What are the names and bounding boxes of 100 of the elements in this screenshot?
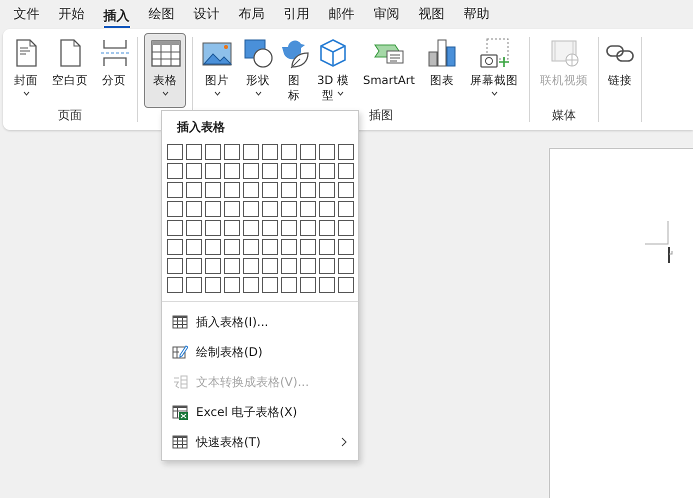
table-grid-cell[interactable] xyxy=(186,258,202,274)
table-button[interactable]: 表格 xyxy=(144,33,186,108)
table-grid-cell[interactable] xyxy=(281,144,297,160)
table-grid-cell[interactable] xyxy=(281,258,297,274)
table-grid-cell[interactable] xyxy=(338,201,354,217)
menu-item[interactable]: 快速表格(T) xyxy=(162,427,358,457)
menu-item[interactable]: 插入表格(I)... xyxy=(162,307,358,337)
table-grid-cell[interactable] xyxy=(186,144,202,160)
table-grid-cell[interactable] xyxy=(205,239,221,255)
ribbon-tab[interactable]: 审阅 xyxy=(364,0,409,29)
table-grid-cell[interactable] xyxy=(338,182,354,198)
table-grid-cell[interactable] xyxy=(205,220,221,236)
table-grid-cell[interactable] xyxy=(205,144,221,160)
table-grid-cell[interactable] xyxy=(243,182,259,198)
table-grid-cell[interactable] xyxy=(338,239,354,255)
ribbon-tab[interactable]: 引用 xyxy=(274,0,319,29)
table-grid-cell[interactable] xyxy=(167,220,183,236)
ribbon-button[interactable]: 图片 xyxy=(199,33,235,108)
table-grid-cell[interactable] xyxy=(300,258,316,274)
ribbon-button[interactable]: 屏幕截图 xyxy=(465,33,523,108)
table-grid-cell[interactable] xyxy=(186,220,202,236)
ribbon-button[interactable]: 形状 xyxy=(240,33,276,108)
table-grid-cell[interactable] xyxy=(186,277,202,293)
ribbon-tab[interactable]: 文件 xyxy=(4,0,49,29)
table-grid-cell[interactable] xyxy=(338,144,354,160)
table-grid-cell[interactable] xyxy=(167,163,183,179)
table-grid-cell[interactable] xyxy=(224,258,240,274)
table-grid-cell[interactable] xyxy=(319,163,335,179)
table-grid-cell[interactable] xyxy=(281,220,297,236)
table-grid-cell[interactable] xyxy=(262,239,278,255)
table-grid-cell[interactable] xyxy=(281,201,297,217)
table-grid-cell[interactable] xyxy=(205,277,221,293)
table-grid-cell[interactable] xyxy=(300,163,316,179)
table-grid-cell[interactable] xyxy=(243,239,259,255)
table-grid-cell[interactable] xyxy=(300,220,316,236)
ribbon-tab[interactable]: 绘图 xyxy=(139,0,184,29)
table-grid-cell[interactable] xyxy=(262,182,278,198)
table-grid-cell[interactable] xyxy=(300,277,316,293)
ribbon-tab[interactable]: 帮助 xyxy=(454,0,499,29)
table-grid-cell[interactable] xyxy=(186,201,202,217)
ribbon-button[interactable]: 3D 模型 xyxy=(312,33,354,108)
menu-item[interactable]: 绘制表格(D) xyxy=(162,337,358,367)
ribbon-tab[interactable]: 视图 xyxy=(409,0,454,29)
table-grid-cell[interactable] xyxy=(338,277,354,293)
table-grid-cell[interactable] xyxy=(281,277,297,293)
table-grid-cell[interactable] xyxy=(205,258,221,274)
table-grid-cell[interactable] xyxy=(224,220,240,236)
ribbon-tab[interactable]: 邮件 xyxy=(319,0,364,29)
table-grid-cell[interactable] xyxy=(186,163,202,179)
table-grid-cell[interactable] xyxy=(167,239,183,255)
table-grid-cell[interactable] xyxy=(262,163,278,179)
ribbon-button[interactable]: 封面 xyxy=(9,33,43,108)
ribbon-button[interactable]: 分页 xyxy=(97,33,131,108)
ribbon-tab[interactable]: 设计 xyxy=(184,0,229,29)
ribbon-button[interactable]: SmartArt xyxy=(359,33,419,108)
table-grid-cell[interactable] xyxy=(186,239,202,255)
table-grid-cell[interactable] xyxy=(224,239,240,255)
table-grid-cell[interactable] xyxy=(338,220,354,236)
table-grid-cell[interactable] xyxy=(167,277,183,293)
table-grid-cell[interactable] xyxy=(243,220,259,236)
table-grid-cell[interactable] xyxy=(243,144,259,160)
table-grid-cell[interactable] xyxy=(262,201,278,217)
ribbon-button[interactable]: 空白页 xyxy=(48,33,92,108)
table-grid-cell[interactable] xyxy=(205,201,221,217)
table-grid-cell[interactable] xyxy=(281,163,297,179)
table-grid-cell[interactable] xyxy=(319,220,335,236)
table-grid-cell[interactable] xyxy=(281,239,297,255)
ribbon-button[interactable]: 图表 xyxy=(424,33,460,108)
table-grid-cell[interactable] xyxy=(243,201,259,217)
table-grid-cell[interactable] xyxy=(224,163,240,179)
table-grid-cell[interactable] xyxy=(224,277,240,293)
table-grid-cell[interactable] xyxy=(300,182,316,198)
table-grid-cell[interactable] xyxy=(262,144,278,160)
table-grid-cell[interactable] xyxy=(300,239,316,255)
table-grid-cell[interactable] xyxy=(300,144,316,160)
menu-item[interactable]: Excel 电子表格(X) xyxy=(162,397,358,427)
table-grid-cell[interactable] xyxy=(262,220,278,236)
table-grid-cell[interactable] xyxy=(224,201,240,217)
table-grid-cell[interactable] xyxy=(167,201,183,217)
table-grid-cell[interactable] xyxy=(243,277,259,293)
table-grid-cell[interactable] xyxy=(338,163,354,179)
table-grid-cell[interactable] xyxy=(300,201,316,217)
ribbon-tab[interactable]: 开始 xyxy=(49,0,94,29)
table-grid-cell[interactable] xyxy=(224,144,240,160)
table-grid-cell[interactable] xyxy=(167,182,183,198)
table-grid-cell[interactable] xyxy=(205,182,221,198)
table-grid-cell[interactable] xyxy=(262,258,278,274)
table-grid-cell[interactable] xyxy=(281,182,297,198)
table-grid-cell[interactable] xyxy=(186,182,202,198)
table-grid-cell[interactable] xyxy=(243,258,259,274)
ribbon-button[interactable]: 链接 xyxy=(605,33,635,108)
ribbon-tab[interactable]: 布局 xyxy=(229,0,274,29)
table-grid-cell[interactable] xyxy=(243,163,259,179)
table-grid-cell[interactable] xyxy=(167,144,183,160)
table-grid-cell[interactable] xyxy=(262,277,278,293)
table-grid-cell[interactable] xyxy=(319,239,335,255)
table-grid-cell[interactable] xyxy=(319,201,335,217)
table-grid-cell[interactable] xyxy=(338,258,354,274)
ribbon-button[interactable]: 图标 xyxy=(281,33,307,108)
table-grid-cell[interactable] xyxy=(319,144,335,160)
